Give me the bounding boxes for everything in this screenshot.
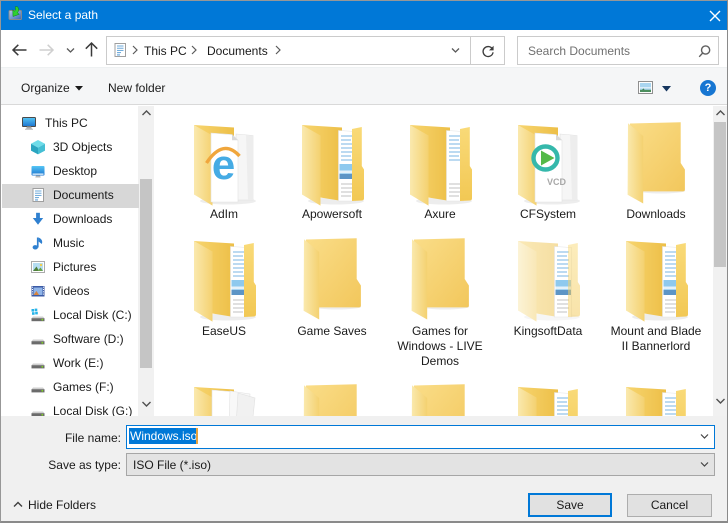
svg-text:VCD: VCD (547, 177, 567, 187)
